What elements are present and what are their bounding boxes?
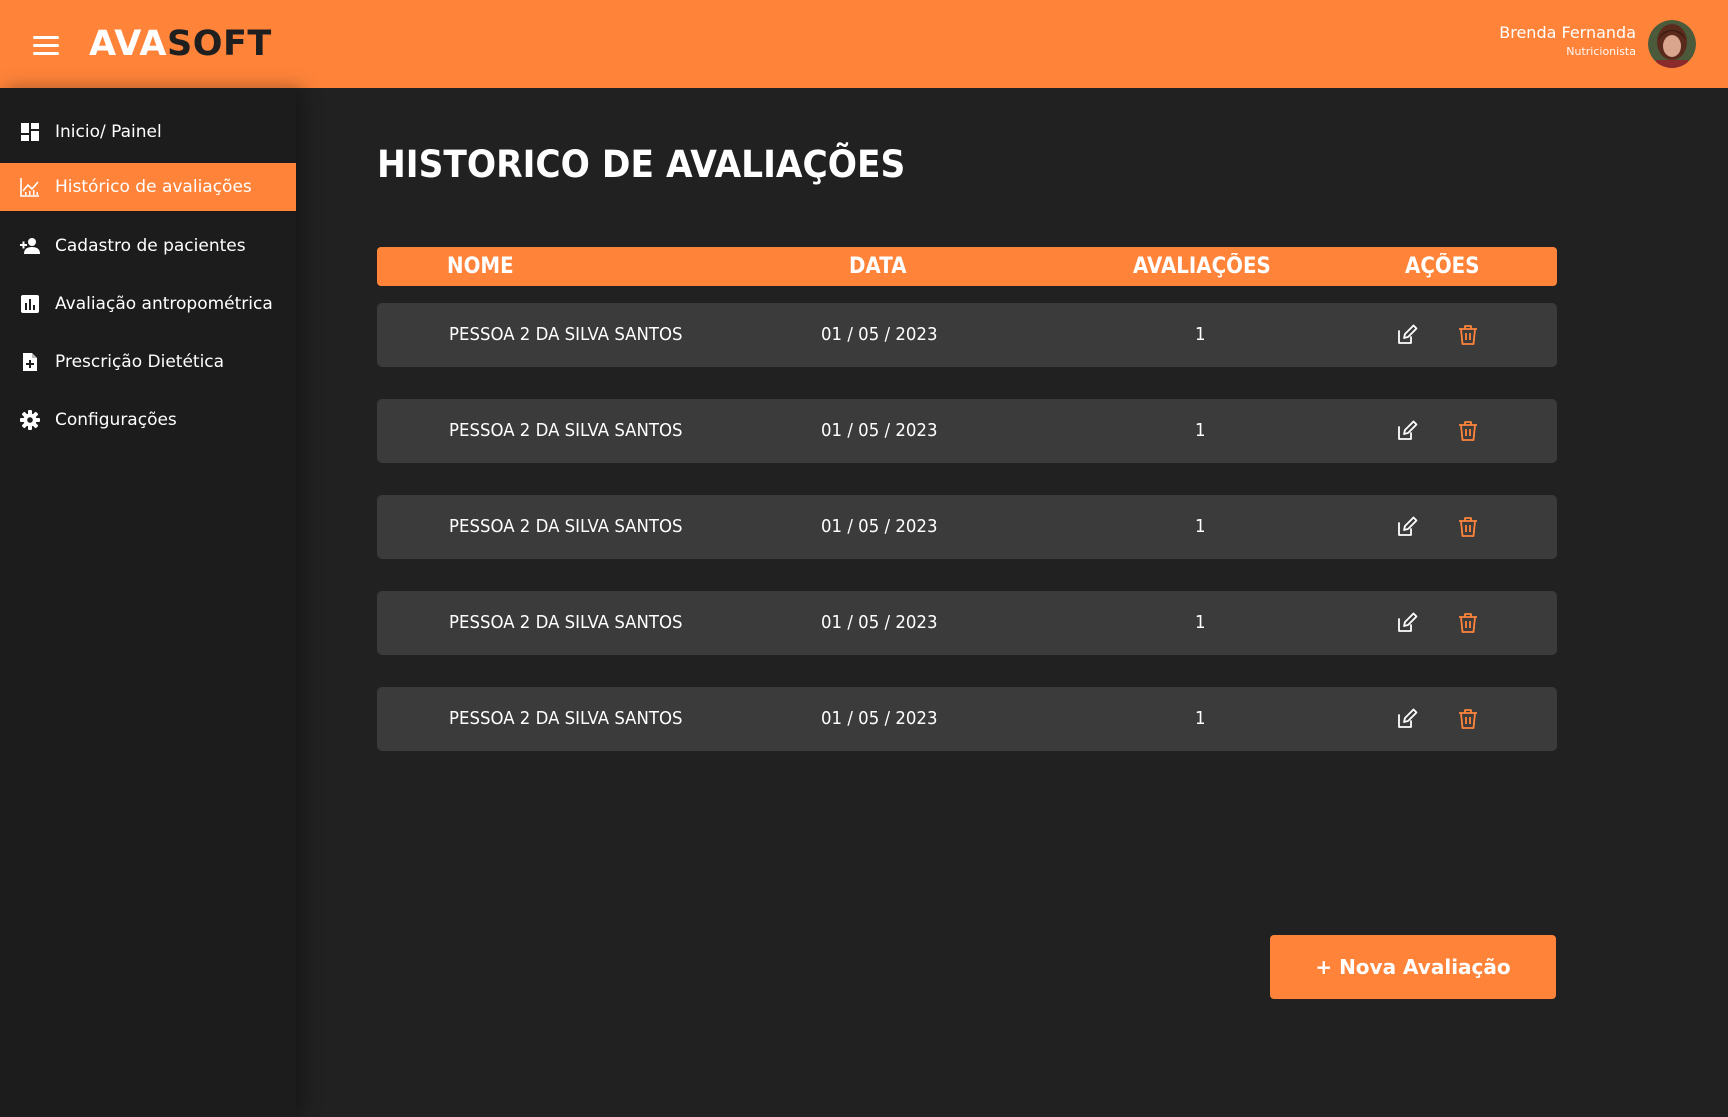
- column-header-acoes: AÇÕES: [1405, 254, 1480, 279]
- edit-icon[interactable]: [1395, 323, 1419, 347]
- cell-avaliacoes: 1: [1195, 420, 1206, 441]
- dashboard-grid-icon: [21, 123, 39, 141]
- column-header-nome[interactable]: NOME: [447, 247, 514, 286]
- top-bar: AVASOFT Brenda Fernanda Nutricionista: [0, 0, 1728, 88]
- logo-part-1: AVA: [89, 24, 168, 64]
- sidebar-item-label: Prescrição Dietética: [55, 352, 225, 372]
- table-row[interactable]: PESSOA 2 DA SILVA SANTOS 01 / 05 / 2023 …: [377, 591, 1557, 655]
- logo-part-2: SOFT: [167, 24, 272, 64]
- cell-data: 01 / 05 / 2023: [821, 324, 938, 345]
- cell-nome: PESSOA 2 DA SILVA SANTOS: [449, 324, 683, 345]
- trash-icon[interactable]: [1456, 515, 1480, 539]
- trash-icon[interactable]: [1456, 611, 1480, 635]
- column-header-data[interactable]: DATA: [849, 247, 907, 286]
- app-logo[interactable]: AVASOFT: [89, 22, 272, 66]
- trash-icon[interactable]: [1456, 419, 1480, 443]
- table-row[interactable]: PESSOA 2 DA SILVA SANTOS 01 / 05 / 2023 …: [377, 495, 1557, 559]
- gear-icon: [20, 410, 40, 430]
- sidebar-item-cadastro-pacientes[interactable]: Cadastro de pacientes: [0, 222, 296, 270]
- sidebar-item-label: Avaliação antropométrica: [55, 294, 273, 314]
- cell-avaliacoes: 1: [1195, 708, 1206, 729]
- new-evaluation-button[interactable]: + Nova Avaliação: [1270, 935, 1556, 999]
- hamburger-menu-icon[interactable]: [33, 36, 59, 56]
- user-name: Brenda Fernanda: [1499, 23, 1636, 42]
- edit-icon[interactable]: [1395, 515, 1419, 539]
- cell-nome: PESSOA 2 DA SILVA SANTOS: [449, 516, 683, 537]
- column-header-avaliacoes[interactable]: AVALIAÇÕES: [1133, 247, 1271, 286]
- add-document-icon: [23, 353, 37, 371]
- sidebar-item-avaliacao-antropometrica[interactable]: Avaliação antropométrica: [0, 280, 296, 328]
- cell-data: 01 / 05 / 2023: [821, 516, 938, 537]
- user-info: Brenda Fernanda Nutricionista: [1499, 22, 1636, 60]
- cell-nome: PESSOA 2 DA SILVA SANTOS: [449, 420, 683, 441]
- table-row[interactable]: PESSOA 2 DA SILVA SANTOS 01 / 05 / 2023 …: [377, 303, 1557, 367]
- cell-data: 01 / 05 / 2023: [821, 420, 938, 441]
- sidebar-item-label: Configurações: [55, 410, 177, 430]
- sidebar: Inicio/ Painel Histórico de avaliações C…: [0, 88, 296, 1117]
- sidebar-item-label: Inicio/ Painel: [55, 122, 162, 142]
- edit-icon[interactable]: [1395, 419, 1419, 443]
- table-row[interactable]: PESSOA 2 DA SILVA SANTOS 01 / 05 / 2023 …: [377, 687, 1557, 751]
- sidebar-item-historico[interactable]: Histórico de avaliações: [0, 163, 296, 211]
- sidebar-item-prescricao-dietetica[interactable]: Prescrição Dietética: [0, 338, 296, 386]
- cell-avaliacoes: 1: [1195, 612, 1206, 633]
- table-row[interactable]: PESSOA 2 DA SILVA SANTOS 01 / 05 / 2023 …: [377, 399, 1557, 463]
- user-role: Nutricionista: [1566, 45, 1636, 58]
- cell-nome: PESSOA 2 DA SILVA SANTOS: [449, 708, 683, 729]
- page-title: HISTORICO DE AVALIAÇÕES: [377, 143, 906, 186]
- table-header: NOME DATA AVALIAÇÕES AÇÕES: [377, 247, 1557, 286]
- edit-icon[interactable]: [1395, 707, 1419, 731]
- sidebar-item-label: Cadastro de pacientes: [55, 236, 246, 256]
- line-chart-icon: [20, 178, 39, 197]
- trash-icon[interactable]: [1456, 707, 1480, 731]
- add-person-icon: [20, 238, 40, 254]
- cell-avaliacoes: 1: [1195, 324, 1206, 345]
- sidebar-item-inicio-painel[interactable]: Inicio/ Painel: [0, 108, 296, 156]
- avatar[interactable]: [1648, 20, 1696, 68]
- cell-data: 01 / 05 / 2023: [821, 708, 938, 729]
- sidebar-item-configuracoes[interactable]: Configurações: [0, 396, 296, 444]
- trash-icon[interactable]: [1456, 323, 1480, 347]
- sidebar-item-label: Histórico de avaliações: [55, 177, 252, 197]
- edit-icon[interactable]: [1395, 611, 1419, 635]
- cell-data: 01 / 05 / 2023: [821, 612, 938, 633]
- cell-nome: PESSOA 2 DA SILVA SANTOS: [449, 612, 683, 633]
- bar-chart-icon: [21, 295, 39, 313]
- cell-avaliacoes: 1: [1195, 516, 1206, 537]
